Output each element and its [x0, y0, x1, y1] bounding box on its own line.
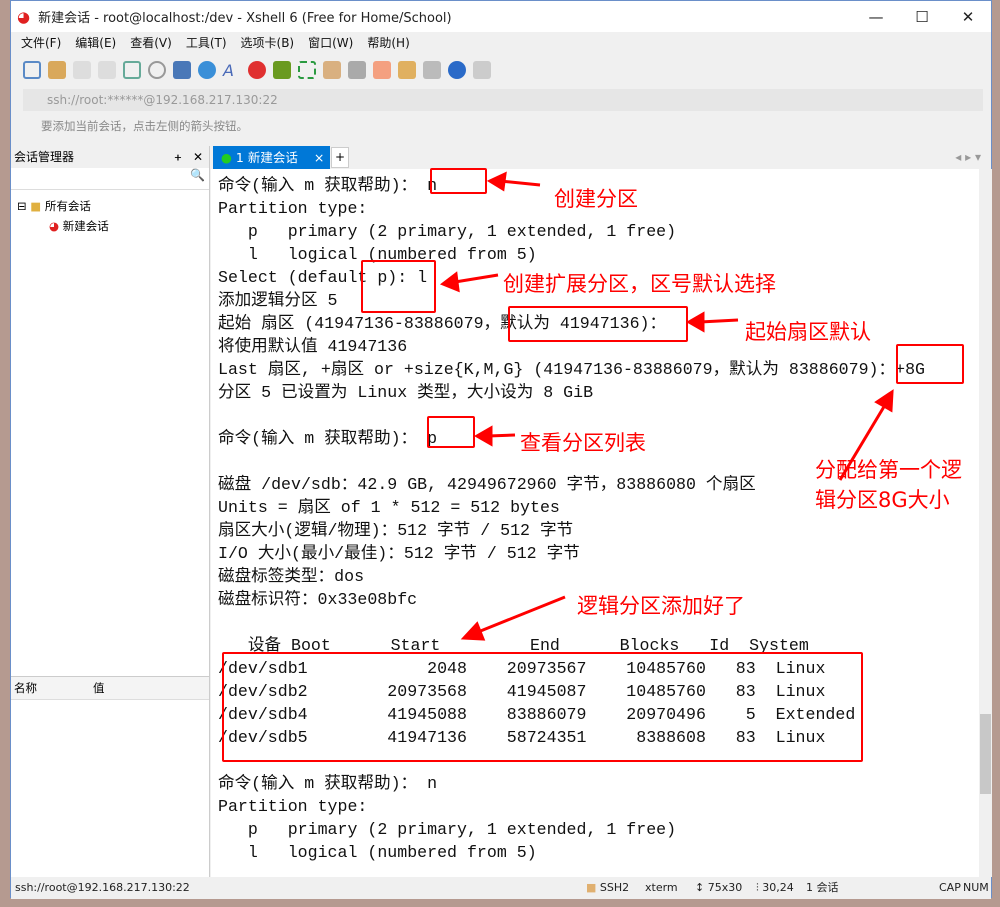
annotation-arrows — [439, 171, 894, 641]
arrow-head-icon — [473, 425, 493, 447]
arrow-icon — [699, 318, 739, 324]
arrow-head-icon — [439, 271, 460, 293]
arrow-icon — [454, 273, 499, 284]
arrow-icon — [477, 595, 566, 634]
arrow-head-icon — [685, 311, 705, 333]
arrow-icon — [838, 404, 887, 481]
arrow-head-icon — [874, 389, 894, 413]
arrow-icon — [499, 179, 541, 187]
arrow-head-icon — [460, 621, 486, 641]
arrow-head-icon — [486, 171, 507, 192]
